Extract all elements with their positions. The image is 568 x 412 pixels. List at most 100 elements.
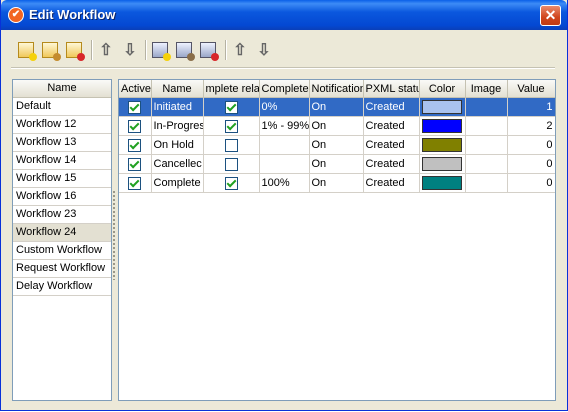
complete-related-checkbox[interactable] <box>224 138 238 152</box>
column-header-color[interactable]: Color <box>419 80 466 98</box>
image-cell[interactable] <box>465 97 508 117</box>
value-cell[interactable]: 0 <box>507 173 555 193</box>
value-cell[interactable]: 0 <box>507 154 555 174</box>
workflow-list-item[interactable]: Workflow 23 <box>13 206 111 224</box>
status-name-cell[interactable]: In-Progres <box>151 116 204 136</box>
complete-cell[interactable]: 1% - 99% <box>259 116 310 136</box>
complete-related-checkbox[interactable] <box>224 100 238 114</box>
splitter-handle[interactable] <box>112 190 117 280</box>
move-status-up-button[interactable]: ⇧ <box>229 39 251 61</box>
pxml-status-cell[interactable]: Created <box>363 173 420 193</box>
color-swatch[interactable] <box>422 176 462 190</box>
color-swatch[interactable] <box>422 157 462 171</box>
complete-related-checkbox[interactable] <box>224 176 238 190</box>
notification-cell[interactable]: On <box>309 154 364 174</box>
value-cell[interactable]: 2 <box>507 116 555 136</box>
new-status-button[interactable] <box>149 39 171 61</box>
complete-cell[interactable] <box>259 154 310 174</box>
column-header-complete-related[interactable]: mplete rela <box>203 80 260 98</box>
workflow-list-item[interactable]: Workflow 16 <box>13 188 111 206</box>
column-header-active[interactable]: Active <box>119 80 152 98</box>
delete-status-button[interactable] <box>197 39 219 61</box>
active-checkbox[interactable] <box>128 176 142 190</box>
workflow-list-item[interactable]: Delay Workflow <box>13 278 111 296</box>
column-header-complete[interactable]: Complete <box>259 80 310 98</box>
workflow-list-item-selected[interactable]: Workflow 24 <box>13 224 111 242</box>
table-row[interactable]: Complete 100% On Created 0 <box>119 173 555 193</box>
complete-related-cell[interactable] <box>203 116 260 136</box>
complete-related-checkbox[interactable] <box>224 119 238 133</box>
move-status-down-button[interactable]: ⇩ <box>253 39 275 61</box>
active-checkbox[interactable] <box>128 100 142 114</box>
table-row-selected[interactable]: Initiated 0% On Created 1 <box>119 97 555 117</box>
status-name-cell[interactable]: Complete <box>151 173 204 193</box>
title-bar[interactable]: ✔ Edit Workflow ✕ <box>1 0 567 30</box>
value-cell[interactable]: 0 <box>507 135 555 155</box>
table-row[interactable]: On Hold On Created 0 <box>119 135 555 155</box>
column-header-value[interactable]: Value <box>507 80 555 98</box>
color-swatch[interactable] <box>422 138 462 152</box>
workflow-list-item[interactable]: Workflow 14 <box>13 152 111 170</box>
new-workflow-button[interactable] <box>15 39 37 61</box>
color-cell[interactable] <box>419 135 466 155</box>
color-swatch[interactable] <box>422 119 462 133</box>
table-row[interactable]: Cancellec On Created 0 <box>119 154 555 174</box>
status-grid[interactable]: Active Name mplete rela Complete Notific… <box>118 79 556 401</box>
column-header-pxml-status[interactable]: PXML statu <box>363 80 420 98</box>
workflow-list-item[interactable]: Workflow 12 <box>13 116 111 134</box>
workflow-list-item[interactable]: Request Workflow <box>13 260 111 278</box>
pxml-status-cell[interactable]: Created <box>363 97 420 117</box>
active-checkbox[interactable] <box>128 157 142 171</box>
complete-related-cell[interactable] <box>203 135 260 155</box>
status-name-cell[interactable]: Cancellec <box>151 154 204 174</box>
workflow-list-item[interactable]: Default <box>13 98 111 116</box>
pxml-status-cell[interactable]: Created <box>363 116 420 136</box>
table-row[interactable]: In-Progres 1% - 99% On Created 2 <box>119 116 555 136</box>
edit-workflow-button[interactable] <box>39 39 61 61</box>
pxml-status-cell[interactable]: Created <box>363 135 420 155</box>
image-cell[interactable] <box>465 154 508 174</box>
color-cell[interactable] <box>419 97 466 117</box>
active-checkbox[interactable] <box>128 138 142 152</box>
active-cell[interactable] <box>119 173 152 193</box>
complete-related-cell[interactable] <box>203 173 260 193</box>
image-cell[interactable] <box>465 173 508 193</box>
complete-cell[interactable]: 100% <box>259 173 310 193</box>
column-header-notification[interactable]: Notification <box>309 80 364 98</box>
complete-cell[interactable] <box>259 135 310 155</box>
workflow-list-item[interactable]: Workflow 15 <box>13 170 111 188</box>
workflow-list-item[interactable]: Custom Workflow <box>13 242 111 260</box>
pxml-status-cell[interactable]: Created <box>363 154 420 174</box>
color-cell[interactable] <box>419 173 466 193</box>
complete-related-checkbox[interactable] <box>224 157 238 171</box>
notification-cell[interactable]: On <box>309 173 364 193</box>
complete-related-cell[interactable] <box>203 97 260 117</box>
move-workflow-down-button[interactable]: ⇩ <box>119 39 141 61</box>
column-header-name[interactable]: Name <box>151 80 204 98</box>
complete-related-cell[interactable] <box>203 154 260 174</box>
notification-cell[interactable]: On <box>309 97 364 117</box>
color-cell[interactable] <box>419 116 466 136</box>
active-checkbox[interactable] <box>128 119 142 133</box>
column-header-image[interactable]: Image <box>465 80 508 98</box>
complete-cell[interactable]: 0% <box>259 97 310 117</box>
value-cell[interactable]: 1 <box>507 97 555 117</box>
active-cell[interactable] <box>119 154 152 174</box>
status-name-cell[interactable]: On Hold <box>151 135 204 155</box>
workflow-list-item[interactable]: Workflow 13 <box>13 134 111 152</box>
image-cell[interactable] <box>465 135 508 155</box>
move-workflow-up-button[interactable]: ⇧ <box>95 39 117 61</box>
active-cell[interactable] <box>119 97 152 117</box>
workflow-list[interactable]: Name Default Workflow 12 Workflow 13 Wor… <box>12 79 112 401</box>
notification-cell[interactable]: On <box>309 135 364 155</box>
close-button[interactable]: ✕ <box>540 5 561 26</box>
delete-workflow-button[interactable] <box>63 39 85 61</box>
active-cell[interactable] <box>119 116 152 136</box>
color-cell[interactable] <box>419 154 466 174</box>
edit-status-button[interactable] <box>173 39 195 61</box>
workflow-list-header[interactable]: Name <box>13 80 111 98</box>
status-name-cell[interactable]: Initiated <box>151 97 204 117</box>
active-cell[interactable] <box>119 135 152 155</box>
notification-cell[interactable]: On <box>309 116 364 136</box>
image-cell[interactable] <box>465 116 508 136</box>
